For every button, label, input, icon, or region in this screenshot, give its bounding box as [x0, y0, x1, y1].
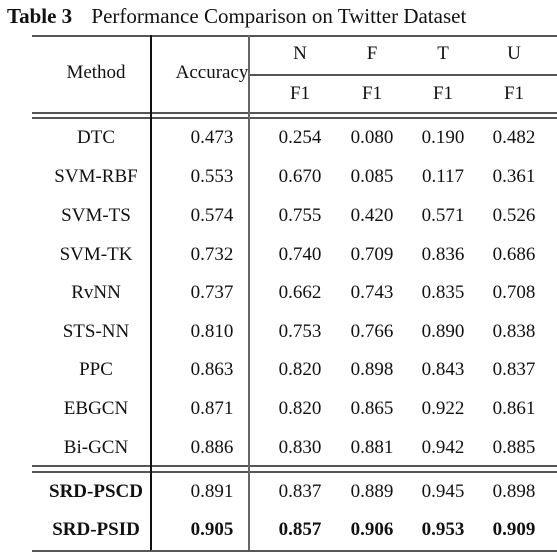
row-f1-value: 0.890 [421, 321, 465, 342]
row-accuracy: 0.891 [190, 481, 234, 502]
row-f1-value: 0.861 [492, 398, 536, 419]
rule-bottom [32, 550, 557, 552]
row-f1-value: 0.753 [278, 321, 322, 342]
row-f1-value: 0.889 [350, 481, 394, 502]
row-f1-value: 0.755 [278, 205, 322, 226]
header-metric-f1: F1 [361, 83, 383, 104]
header-class-n: N [293, 43, 307, 64]
row-f1-value: 0.922 [421, 398, 465, 419]
header-metric-f1: F1 [432, 83, 454, 104]
rule-group-double-2 [32, 471, 557, 473]
table-title: Performance Comparison on Twitter Datase… [91, 4, 467, 28]
row-f1-value: 0.117 [421, 166, 465, 187]
row-accuracy: 0.886 [190, 437, 234, 458]
row-f1-value: 0.361 [492, 166, 536, 187]
row-f1-value: 0.885 [492, 437, 536, 458]
row-f1-value: 0.743 [350, 282, 394, 303]
row-f1-value: 0.190 [421, 127, 465, 148]
row-accuracy: 0.737 [190, 282, 234, 303]
row-f1-value: 0.898 [350, 359, 394, 380]
row-method: RvNN [71, 282, 121, 303]
row-method: SVM-RBF [54, 166, 138, 187]
row-accuracy: 0.732 [190, 244, 234, 265]
row-accuracy: 0.574 [190, 205, 234, 226]
row-accuracy: 0.871 [190, 398, 234, 419]
row-accuracy: 0.863 [190, 359, 234, 380]
row-f1-value: 0.837 [492, 359, 536, 380]
row-f1-value: 0.766 [350, 321, 394, 342]
row-f1-value: 0.830 [278, 437, 322, 458]
row-f1-value: 0.843 [421, 359, 465, 380]
rule-group-double-1 [32, 465, 557, 467]
row-f1-value: 0.838 [492, 321, 536, 342]
row-f1-value: 0.857 [278, 519, 322, 540]
divider-accuracy [248, 35, 250, 550]
header-class-f: F [366, 43, 378, 64]
row-f1-value: 0.881 [350, 437, 394, 458]
row-accuracy: 0.905 [190, 519, 234, 540]
header-class-t: T [437, 43, 449, 64]
header-class-u: U [507, 43, 521, 64]
row-f1-value: 0.898 [492, 481, 536, 502]
row-f1-value: 0.670 [278, 166, 322, 187]
rule-header-double-1 [32, 112, 557, 114]
row-f1-value: 0.820 [278, 359, 322, 380]
header-metric-f1: F1 [289, 83, 311, 104]
row-f1-value: 0.953 [421, 519, 465, 540]
row-f1-value: 0.085 [350, 166, 394, 187]
row-method: PPC [79, 359, 113, 380]
row-f1-value: 0.909 [492, 519, 536, 540]
row-f1-value: 0.420 [350, 205, 394, 226]
row-accuracy: 0.553 [190, 166, 234, 187]
row-f1-value: 0.942 [421, 437, 465, 458]
row-f1-value: 0.836 [421, 244, 465, 265]
row-f1-value: 0.571 [421, 205, 465, 226]
row-f1-value: 0.254 [278, 127, 322, 148]
table-number: Table 3 [7, 4, 73, 28]
row-f1-value: 0.837 [278, 481, 322, 502]
rule-top [32, 35, 557, 37]
row-method: STS-NN [62, 321, 130, 342]
rule-mid-header [249, 74, 557, 76]
row-method: DTC [77, 127, 115, 148]
row-f1-value: 0.740 [278, 244, 322, 265]
row-method: SRD-PSCD [49, 481, 143, 502]
header-accuracy: Accuracy [175, 62, 249, 83]
row-f1-value: 0.820 [278, 398, 322, 419]
row-f1-value: 0.709 [350, 244, 394, 265]
row-f1-value: 0.686 [492, 244, 536, 265]
rule-header-double-2 [32, 117, 557, 119]
row-method: SVM-TK [59, 244, 133, 265]
row-method: SRD-PSID [52, 519, 140, 540]
row-method: Bi-GCN [63, 437, 129, 458]
row-f1-value: 0.526 [492, 205, 536, 226]
header-metric-f1: F1 [503, 83, 525, 104]
header-method: Method [66, 62, 126, 83]
row-accuracy: 0.473 [190, 127, 234, 148]
row-f1-value: 0.835 [421, 282, 465, 303]
row-f1-value: 0.906 [350, 519, 394, 540]
row-f1-value: 0.708 [492, 282, 536, 303]
row-method: EBGCN [63, 398, 129, 419]
row-f1-value: 0.865 [350, 398, 394, 419]
row-method: SVM-TS [61, 205, 131, 226]
table-caption: Table 3 Performance Comparison on Twitte… [7, 4, 466, 29]
row-f1-value: 0.080 [350, 127, 394, 148]
row-f1-value: 0.945 [421, 481, 465, 502]
row-accuracy: 0.810 [190, 321, 234, 342]
row-f1-value: 0.662 [278, 282, 322, 303]
row-f1-value: 0.482 [492, 127, 536, 148]
